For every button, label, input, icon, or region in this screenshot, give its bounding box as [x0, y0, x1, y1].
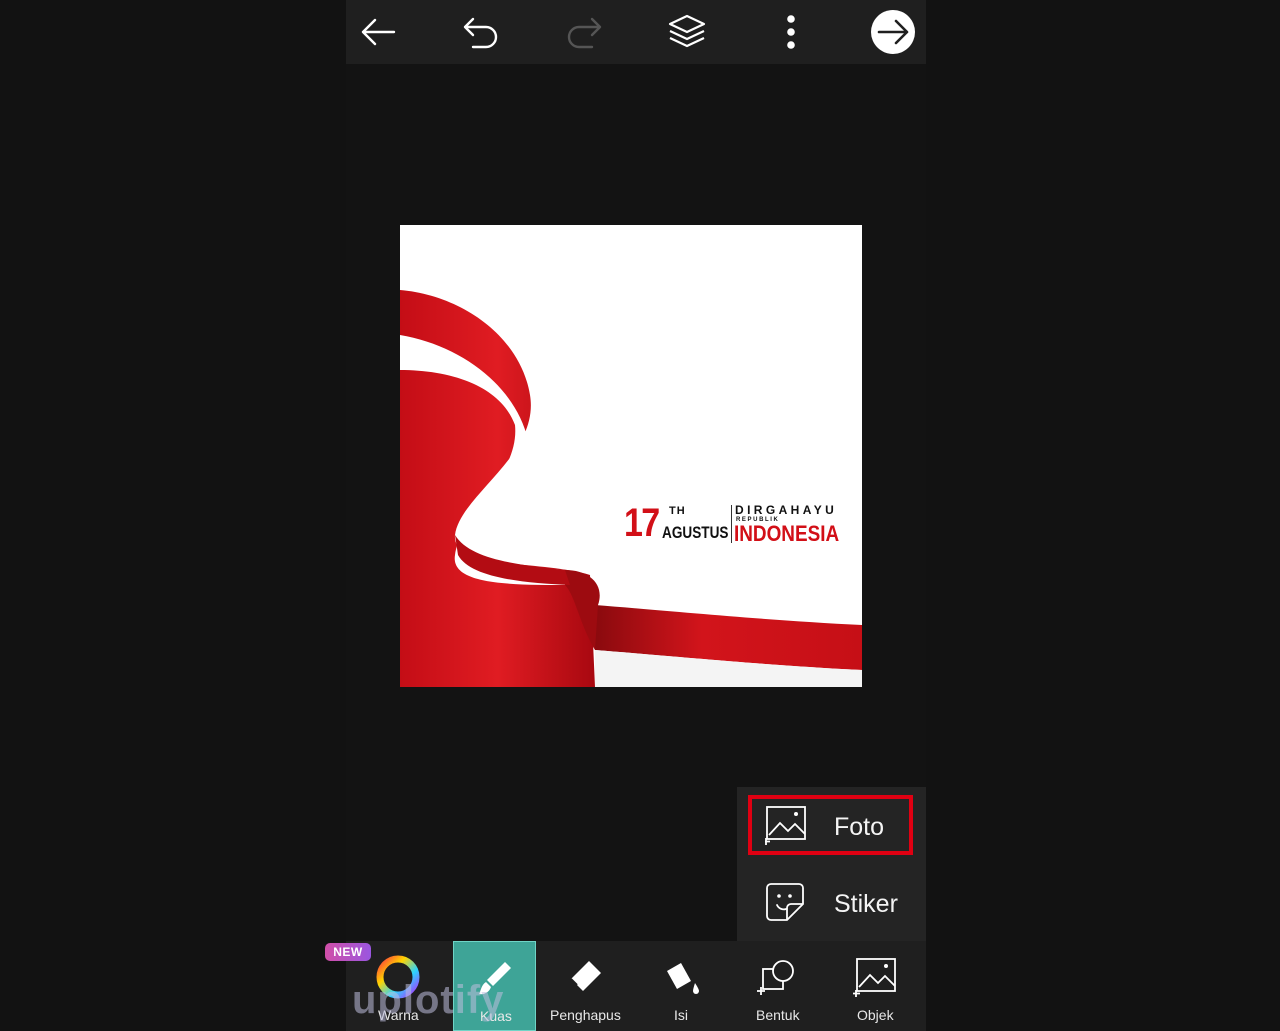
tool-label: Objek	[857, 1007, 894, 1023]
sticker-icon	[765, 882, 805, 927]
fill-bucket-icon	[659, 955, 703, 999]
undo-icon	[463, 17, 498, 49]
title-dirgahayu: DIRGAHAYU	[735, 503, 838, 517]
title-indonesia: INDONESIA	[734, 521, 840, 546]
top-toolbar	[346, 0, 926, 64]
title-month: AGUSTUS	[662, 523, 729, 542]
title-th: TH	[669, 505, 686, 517]
tool-bentuk[interactable]: Bentuk	[736, 941, 820, 1031]
undo-button[interactable]	[457, 8, 505, 56]
next-button[interactable]	[869, 8, 917, 56]
arrow-left-icon	[361, 18, 396, 46]
arrow-right-circle-icon	[871, 10, 915, 54]
menu-item-label: Stiker	[834, 889, 898, 918]
editor-app: 17 TH AGUSTUS DIRGAHAYU REPUBLIK INDONES…	[346, 0, 926, 1031]
more-button[interactable]	[767, 8, 815, 56]
menu-item-stiker[interactable]: Stiker	[747, 872, 917, 936]
tool-penghapus[interactable]: Penghapus	[541, 941, 629, 1031]
red-white-ribbon-graphic	[400, 290, 862, 687]
design-canvas[interactable]: 17 TH AGUSTUS DIRGAHAYU REPUBLIK INDONES…	[400, 225, 862, 687]
title-number: 17	[624, 501, 660, 545]
tool-objek[interactable]: Objek	[833, 941, 917, 1031]
tool-label: Penghapus	[550, 1007, 621, 1023]
object-image-icon	[853, 955, 897, 999]
layers-icon	[668, 14, 706, 48]
redo-icon	[567, 17, 602, 49]
eraser-icon	[565, 955, 605, 999]
foto-highlight-box	[748, 795, 913, 855]
dirgahayu-title: 17 TH AGUSTUS DIRGAHAYU REPUBLIK INDONES…	[624, 503, 860, 549]
tool-label: Isi	[674, 1007, 688, 1023]
back-button[interactable]	[354, 8, 402, 56]
tool-label: Bentuk	[756, 1007, 800, 1023]
new-badge: NEW	[325, 943, 371, 961]
tool-isi[interactable]: Isi	[640, 941, 722, 1031]
redo-button[interactable]	[560, 8, 608, 56]
title-divider	[731, 505, 732, 543]
more-vertical-icon	[787, 15, 795, 49]
watermark: uplotify	[352, 978, 505, 1022]
layers-button[interactable]	[663, 8, 711, 56]
shape-icon	[757, 955, 799, 999]
